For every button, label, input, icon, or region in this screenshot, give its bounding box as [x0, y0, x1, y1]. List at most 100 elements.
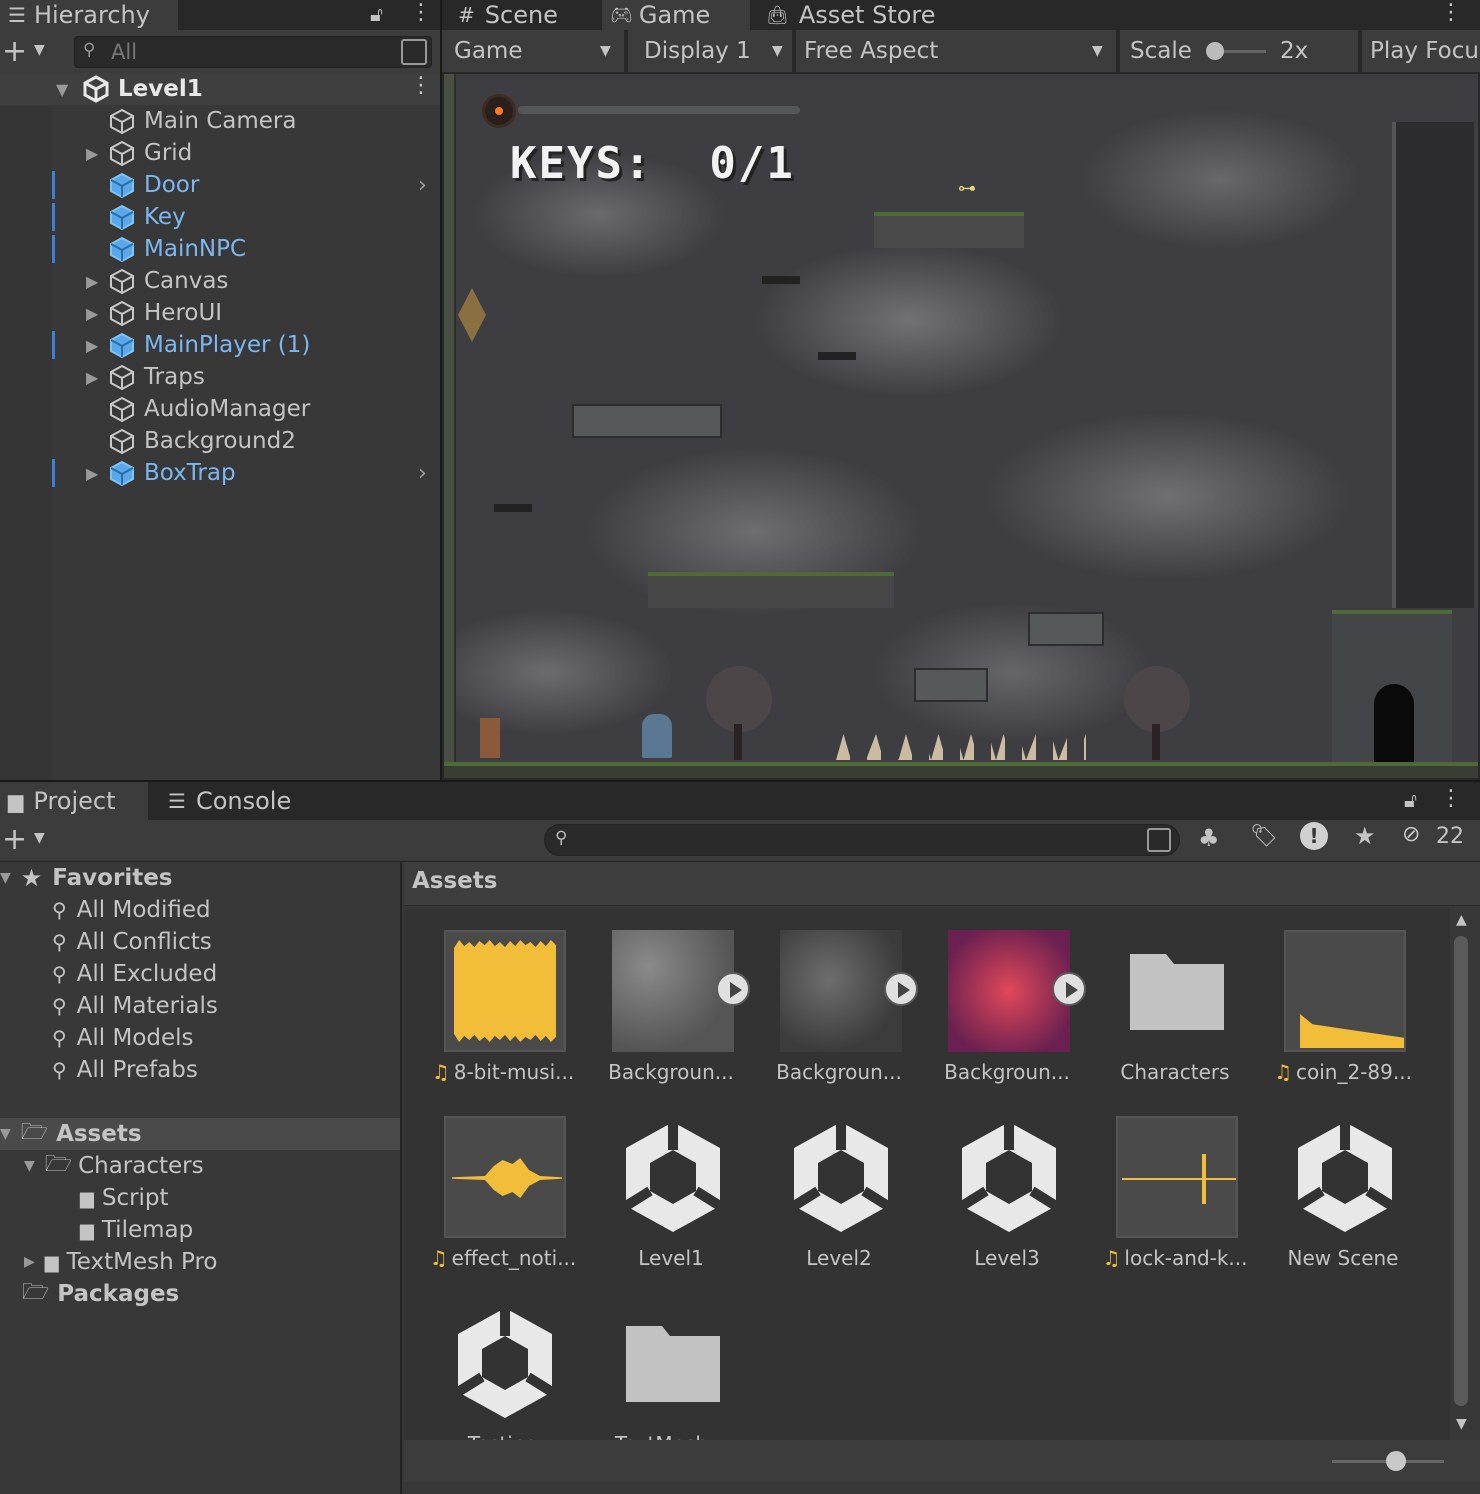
search-popout-icon[interactable] [1147, 828, 1171, 852]
kebab-menu-icon[interactable]: ⋮ [410, 0, 432, 25]
asset-item-label: Level1 [638, 1246, 704, 1270]
hierarchy-item[interactable]: Key [0, 201, 440, 233]
lock-icon[interactable]: 🔓︎ [1404, 788, 1417, 812]
scroll-up-icon[interactable]: ▲ [1456, 912, 1467, 928]
gameobject-cube-icon [108, 139, 136, 167]
expand-arrow-icon[interactable]: ▶ [86, 368, 98, 387]
audio-note-icon: ♫ [1102, 1246, 1121, 1270]
prefab-cube-icon [108, 331, 136, 359]
favorites-item[interactable]: ⚲ All Materials [52, 990, 218, 1022]
favorites-item[interactable]: ⚲ All Excluded [52, 958, 217, 990]
project-search-input[interactable]: ⚲ [544, 824, 1180, 856]
tree-tilemap[interactable]: ▆ Tilemap [80, 1214, 193, 1246]
favorites-item[interactable]: ⚲ All Models [52, 1022, 194, 1054]
hierarchy-item[interactable]: Main Camera [0, 105, 440, 137]
hierarchy-tabbar: ☰ Hierarchy 🔓︎ ⋮ [0, 0, 440, 30]
add-icon[interactable]: + [2, 822, 27, 857]
game-menu-icon[interactable]: ⋮ [1440, 0, 1462, 25]
audio-note-icon: ♫ [1274, 1060, 1292, 1084]
hud-keys-counter: KEYS: 0/1 [510, 138, 795, 189]
scene-menu-icon[interactable]: ⋮ [410, 73, 432, 98]
play-icon[interactable] [716, 972, 750, 1006]
hierarchy-item[interactable]: AudioManager [0, 393, 440, 425]
hierarchy-item[interactable]: Door › [0, 169, 440, 201]
tab-scene[interactable]: # Scene [450, 0, 600, 30]
hierarchy-item[interactable]: ▶ HeroUI [0, 297, 440, 329]
expand-arrow-icon[interactable]: ▶ [86, 272, 98, 291]
favorites-item-label: All Excluded [76, 961, 218, 987]
scene-thumbnail [1284, 1116, 1406, 1238]
folder-icon: ▆ [80, 1187, 94, 1209]
expand-arrow-icon[interactable]: ▶ [86, 304, 98, 323]
favorites-item[interactable]: ⚲ All Conflicts [52, 926, 212, 958]
unity-scene-icon [83, 75, 109, 103]
tab-asset-store[interactable]: 👜︎ Asset Store [758, 0, 978, 30]
scale-value: 2x [1280, 38, 1309, 64]
audio-wave-thumbnail [444, 1116, 566, 1238]
display-select[interactable]: Display 1 ▼ [628, 30, 794, 72]
chevron-down-icon[interactable]: ▼ [34, 42, 45, 58]
play-icon[interactable] [1052, 972, 1086, 1006]
expand-arrow-icon[interactable]: ▶ [86, 464, 98, 483]
play-icon[interactable] [884, 972, 918, 1006]
hierarchy-item[interactable]: Background2 [0, 425, 440, 457]
hierarchy-item[interactable]: ▶ MainPlayer (1) [0, 329, 440, 361]
scroll-down-icon[interactable]: ▼ [1456, 1416, 1467, 1432]
hierarchy-item-label: Grid [144, 140, 193, 166]
favorites-item-label: All Modified [76, 897, 211, 923]
tree-script[interactable]: ▆ Script [80, 1182, 169, 1214]
hierarchy-item[interactable]: ▶ Traps [0, 361, 440, 393]
expand-arrow-icon[interactable]: ▶ [86, 144, 98, 163]
scale-slider-thumb[interactable] [1206, 42, 1224, 60]
tree-characters[interactable]: ▼ 🗁 Characters [24, 1150, 204, 1182]
view-select-value: Game [454, 38, 523, 64]
tree-textmesh[interactable]: ▶ ▆ TextMesh Pro [24, 1246, 218, 1278]
filter-type-icon[interactable]: ♣ [1198, 824, 1220, 852]
lock-icon[interactable]: 🔓︎ [370, 2, 383, 26]
search-popout-icon[interactable] [401, 39, 427, 65]
tab-hierarchy[interactable]: ☰ Hierarchy [0, 0, 178, 30]
tab-game[interactable]: 🎮︎ Game [602, 0, 750, 30]
game-viewport[interactable]: KEYS: 0/1 ⊶ [444, 74, 1478, 778]
tab-project[interactable]: ▆ Project [0, 782, 148, 820]
search-icon: ⚲ [52, 1058, 67, 1082]
tab-console[interactable]: ☰ Console [160, 782, 330, 820]
tree-assets[interactable]: ▼ 🗁 Assets [0, 1118, 142, 1150]
gameobject-cube-icon [108, 267, 136, 295]
hidden-packages-icon[interactable]: ⊘ [1402, 822, 1420, 847]
hierarchy-item[interactable]: ▶ Canvas [0, 265, 440, 297]
hierarchy-search-input[interactable]: ⚲ All [74, 36, 432, 68]
favorites-row[interactable]: ▼ ★ Favorites [0, 862, 173, 894]
assets-scrollbar[interactable]: ▲ ▼ [1450, 908, 1480, 1440]
hierarchy-item[interactable]: ▶ Grid [0, 137, 440, 169]
tree-packages[interactable]: 🗁 Packages [22, 1278, 179, 1310]
tree [706, 666, 772, 732]
chevron-down-icon[interactable]: ▼ [34, 830, 45, 846]
filter-warning-icon[interactable]: ! [1300, 822, 1328, 850]
scrollbar-thumb[interactable] [1454, 936, 1468, 1406]
aspect-select-value: Free Aspect [804, 38, 939, 64]
scene-row[interactable]: ▼ Level1 ⋮ [0, 73, 440, 105]
project-menu-icon[interactable]: ⋮ [1440, 786, 1462, 811]
favorites-item[interactable]: ⚲ All Prefabs [52, 1054, 198, 1086]
play-focused-select[interactable]: Play Focu [1362, 30, 1480, 72]
hierarchy-panel: ☰ Hierarchy 🔓︎ ⋮ + ▼ ⚲ All ▼ Level1 ⋮ Ma… [0, 0, 440, 780]
tab-game-label: Game [638, 1, 711, 29]
chevron-right-icon[interactable]: › [418, 173, 427, 198]
add-icon[interactable]: + [2, 34, 27, 69]
hierarchy-item[interactable]: ▶ BoxTrap › [0, 457, 440, 489]
game-panel: # Scene 🎮︎ Game 👜︎ Asset Store ⋮ Game ▼ … [442, 0, 1480, 780]
thumbnail-size-thumb[interactable] [1386, 1451, 1406, 1471]
favorites-item[interactable]: ⚲ All Modified [52, 894, 211, 926]
expand-arrow-icon[interactable]: ▶ [86, 336, 98, 355]
chevron-right-icon[interactable]: › [418, 461, 427, 486]
view-select[interactable]: Game ▼ [442, 30, 626, 72]
expand-arrow-icon[interactable]: ▼ [56, 80, 68, 99]
asset-item-name: Characters [1080, 1060, 1270, 1084]
filter-label-icon[interactable]: 🏷︎ [1250, 824, 1278, 849]
assets-breadcrumb: Assets [404, 862, 1480, 906]
aspect-select[interactable]: Free Aspect ▼ [796, 30, 1118, 72]
expand-arrow-icon: ▶ [24, 1254, 35, 1270]
favorite-star-icon[interactable]: ★ [1354, 822, 1376, 850]
hierarchy-item[interactable]: MainNPC [0, 233, 440, 265]
